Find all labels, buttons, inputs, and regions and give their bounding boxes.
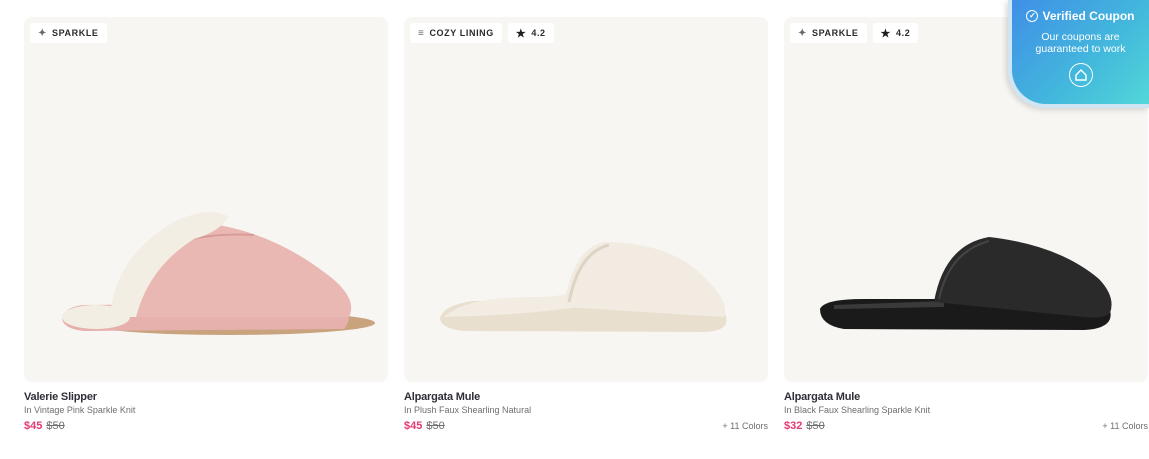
original-price: $50 <box>806 420 825 432</box>
product-card[interactable]: ✦ SPARKLE Valerie Slipper In Vintage Pin… <box>24 17 388 433</box>
coupon-logo-icon[interactable] <box>1068 63 1093 87</box>
color-count-link[interactable]: + 11 Colors <box>1102 421 1148 431</box>
coupon-line-1: Our coupons are <box>1041 31 1120 43</box>
color-count-link[interactable]: + 11 Colors <box>722 421 768 431</box>
product-variant: In Black Faux Shearling Sparkle Knit <box>784 405 931 415</box>
coupon-subtitle: Our coupons are guaranteed to work <box>1012 31 1149 55</box>
product-variant: In Vintage Pink Sparkle Knit <box>24 405 136 415</box>
price-row: $32 $50 + 11 Colors <box>784 419 1148 433</box>
product-card[interactable]: ≡ COZY LINING ★ 4.2 Alpargata Mule In Pl… <box>404 17 768 433</box>
product-grid: ✦ SPARKLE Valerie Slipper In Vintage Pin… <box>0 0 1149 459</box>
pink-slipper-image <box>62 212 375 335</box>
product-image[interactable]: ≡ COZY LINING ★ 4.2 <box>404 17 768 382</box>
product-name[interactable]: Alpargata Mule <box>404 391 768 403</box>
sale-price: $32 <box>784 420 803 432</box>
natural-shearling-mule-image <box>440 242 727 332</box>
price-row: $45 $50 <box>24 419 388 433</box>
product-name[interactable]: Valerie Slipper <box>24 391 388 403</box>
original-price: $50 <box>46 420 65 432</box>
product-name[interactable]: Alpargata Mule <box>784 391 1148 403</box>
coupon-title: ✓ Verified Coupon <box>1012 9 1149 23</box>
price-row: $45 $50 + 11 Colors <box>404 419 768 433</box>
product-image[interactable]: ✦ SPARKLE <box>24 17 388 382</box>
product-variant: In Plush Faux Shearling Natural <box>404 405 532 415</box>
original-price: $50 <box>426 420 445 432</box>
verified-coupon-widget[interactable]: ✓ Verified Coupon Our coupons are guaran… <box>1008 0 1149 108</box>
coupon-title-text: Verified Coupon <box>1042 9 1135 23</box>
coupon-line-2: guaranteed to work <box>1035 43 1126 55</box>
check-circle-icon: ✓ <box>1026 10 1039 22</box>
sale-price: $45 <box>24 420 43 432</box>
sale-price: $45 <box>404 420 423 432</box>
